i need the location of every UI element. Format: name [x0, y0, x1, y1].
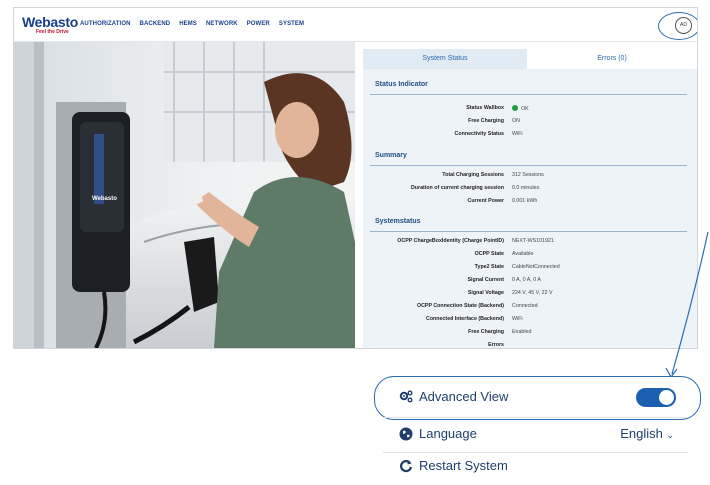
globe-icon — [399, 427, 413, 441]
nav-system[interactable]: SYSTEM — [279, 21, 304, 27]
status-row: Status Wallbox OK — [363, 105, 697, 115]
advanced-view-toggle[interactable] — [636, 388, 676, 407]
row-value: ON — [512, 118, 520, 124]
menu-item-label: Language — [419, 426, 477, 441]
row-value: OK — [521, 106, 529, 112]
row-label: Type2 State — [474, 264, 504, 270]
gears-icon — [399, 390, 413, 403]
status-row: Current Power 0.001 kWh — [363, 198, 697, 208]
row-label: Signal Voltage — [467, 290, 504, 296]
status-row: Free Charging Enabled — [363, 329, 697, 339]
status-row: Free Charging ON — [363, 118, 697, 128]
row-label: Free Charging — [468, 118, 504, 124]
menu-item-advanced-view[interactable]: Advanced View — [383, 380, 688, 416]
row-value: Connected — [512, 303, 538, 309]
row-label: Duration of current charging session — [410, 185, 504, 191]
row-label: Connected Interface (Backend) — [426, 316, 504, 322]
row-label: Errors — [488, 342, 504, 348]
row-value: Available — [512, 251, 534, 257]
row-value: Enabled — [512, 329, 532, 335]
status-row: Signal Current 0 A, 0 A, 0 A — [363, 277, 697, 287]
language-select[interactable]: English ⌄ — [620, 426, 674, 441]
brand-tagline: Feel the Drive — [36, 29, 69, 35]
section-divider — [370, 94, 687, 95]
nav-power[interactable]: POWER — [247, 21, 270, 27]
status-row: Connectivity Status WiFi — [363, 131, 697, 141]
status-row: OCPP State Available — [363, 251, 697, 261]
language-value: English — [620, 426, 663, 441]
main-nav: AUTHORIZATION BACKEND HEMS NETWORK POWER… — [80, 21, 304, 27]
status-row: Duration of current charging session 0.0… — [363, 185, 697, 195]
webasto-logo[interactable]: Webasto Feel the Drive — [18, 14, 78, 37]
row-value: 0 A, 0 A, 0 A — [512, 277, 541, 283]
nav-hems[interactable]: HEMS — [179, 21, 197, 27]
menu-item-language[interactable]: Language English ⌄ — [383, 417, 688, 453]
status-row: OCPP ChargeBoxIdentity (Charge PointID) … — [363, 238, 697, 248]
status-row: Connected Interface (Backend) WiFi — [363, 316, 697, 326]
section-divider — [370, 231, 687, 232]
tab-errors[interactable]: Errors (0) — [527, 49, 697, 69]
row-label: OCPP Connection State (Backend) — [416, 303, 504, 309]
brand-name: Webasto — [22, 14, 78, 30]
hero-photo-illustration: Webasto — [14, 42, 355, 348]
section-title-summary: Summary — [375, 152, 407, 159]
menu-item-restart-system[interactable]: Restart System — [383, 449, 688, 485]
section-divider — [370, 165, 687, 166]
status-row: Errors — [363, 342, 697, 348]
row-label: Total Charging Sessions — [442, 172, 504, 178]
nav-backend[interactable]: BACKEND — [140, 21, 171, 27]
row-label: OCPP ChargeBoxIdentity (Charge PointID) — [397, 238, 504, 244]
row-value: WiFi — [512, 131, 523, 137]
row-value: 0.001 kWh — [512, 198, 538, 204]
status-row: OCPP Connection State (Backend) Connecte… — [363, 303, 697, 313]
row-label: Connectivity Status — [454, 131, 504, 137]
row-label: Current Power — [467, 198, 505, 204]
status-tabs: System Status Errors (0) — [363, 49, 697, 69]
row-value: CableNotConnected — [512, 264, 560, 270]
row-value: 224 V, 45 V, 22 V — [512, 290, 553, 296]
toggle-knob — [659, 390, 674, 405]
chevron-down-icon: ⌄ — [666, 430, 674, 440]
user-avatar[interactable]: AD — [675, 17, 692, 34]
restart-icon — [399, 460, 413, 473]
nav-authorization[interactable]: AUTHORIZATION — [80, 21, 131, 27]
row-value: WiFi — [512, 316, 523, 322]
row-label: Status Wallbox — [466, 105, 504, 111]
hero-photo: Webasto — [14, 42, 355, 348]
status-row: Type2 State CableNotConnected — [363, 264, 697, 274]
row-value: 312 Sessions — [512, 172, 544, 178]
status-row: Signal Voltage 224 V, 45 V, 22 V — [363, 290, 697, 300]
tab-system-status[interactable]: System Status — [363, 49, 527, 69]
wallbox-logo-text: Webasto — [92, 196, 117, 202]
row-value: 0.0 minutes — [512, 185, 540, 191]
top-navigation-bar: Webasto Feel the Drive AUTHORIZATION BAC… — [14, 8, 697, 42]
status-ok-indicator — [512, 105, 518, 111]
row-label: Signal Current — [467, 277, 505, 283]
row-value: NEXT-WS101921 — [512, 238, 554, 244]
menu-item-label: Advanced View — [419, 389, 509, 404]
app-window: Webasto Feel the Drive AUTHORIZATION BAC… — [13, 7, 698, 349]
row-label: OCPP State — [474, 251, 504, 257]
status-row: Total Charging Sessions 312 Sessions — [363, 172, 697, 182]
system-status-panel: System Status Errors (0) Status Indicato… — [363, 49, 697, 348]
row-label: Free Charging — [468, 329, 504, 335]
nav-network[interactable]: NETWORK — [206, 21, 238, 27]
section-title-systemstatus: Systemstatus — [375, 218, 421, 225]
section-title-status-indicator: Status Indicator — [375, 81, 428, 88]
menu-item-label: Restart System — [419, 458, 508, 473]
